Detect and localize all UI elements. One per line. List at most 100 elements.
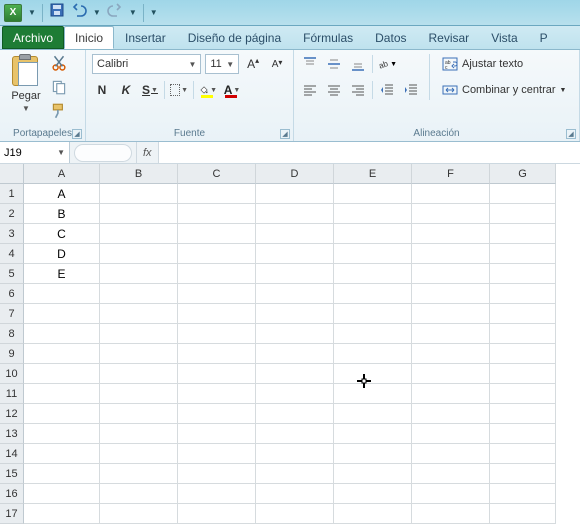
cell[interactable] [100,264,178,284]
cell[interactable] [24,424,100,444]
borders-button[interactable]: ▼ [169,80,189,100]
row-header[interactable]: 4 [0,244,24,264]
cell[interactable] [256,424,334,444]
cell[interactable] [100,184,178,204]
font-launcher[interactable]: ◢ [280,129,290,139]
cell[interactable] [490,484,556,504]
row-header[interactable]: 2 [0,204,24,224]
cell[interactable] [256,224,334,244]
row-header[interactable]: 6 [0,284,24,304]
cell[interactable] [100,404,178,424]
cell[interactable] [24,324,100,344]
cell[interactable] [412,284,490,304]
fill-color-button[interactable]: ▼ [198,80,218,100]
column-header[interactable]: A [24,164,100,184]
cell[interactable] [412,184,490,204]
cell[interactable] [24,504,100,524]
cell[interactable] [412,244,490,264]
tab-fórmulas[interactable]: Fórmulas [292,26,364,49]
row-header[interactable]: 12 [0,404,24,424]
cell[interactable] [178,324,256,344]
cell[interactable] [490,244,556,264]
cell[interactable] [412,444,490,464]
cell[interactable] [334,364,412,384]
cell[interactable] [178,424,256,444]
cell[interactable] [178,204,256,224]
cell[interactable] [334,264,412,284]
cell[interactable] [412,384,490,404]
cell[interactable] [100,344,178,364]
select-all-corner[interactable] [0,164,24,184]
orientation-button[interactable]: ab▼ [377,54,397,74]
row-header[interactable]: 17 [0,504,24,524]
cell[interactable] [256,484,334,504]
italic-button[interactable]: K [116,80,136,100]
cell[interactable] [334,504,412,524]
cell[interactable] [100,484,178,504]
cell[interactable] [490,404,556,424]
cell[interactable] [334,184,412,204]
copy-icon[interactable] [50,78,68,96]
cell[interactable] [412,344,490,364]
cell[interactable] [412,504,490,524]
cell[interactable] [412,404,490,424]
cell[interactable] [490,344,556,364]
font-color-button[interactable]: A▼ [222,80,242,100]
column-header[interactable]: G [490,164,556,184]
cell[interactable] [334,344,412,364]
column-header[interactable]: B [100,164,178,184]
row-header[interactable]: 9 [0,344,24,364]
row-header[interactable]: 7 [0,304,24,324]
row-header[interactable]: 10 [0,364,24,384]
cell[interactable] [412,224,490,244]
cell[interactable] [490,384,556,404]
cut-icon[interactable] [50,54,68,72]
cell[interactable] [178,444,256,464]
cell[interactable] [490,424,556,444]
redo-icon[interactable] [107,2,123,23]
cell[interactable] [334,484,412,504]
row-header[interactable]: 16 [0,484,24,504]
tab-file[interactable]: Archivo [2,26,64,49]
cell[interactable] [100,364,178,384]
align-middle-button[interactable] [324,54,344,74]
cell[interactable] [334,444,412,464]
cell[interactable] [178,384,256,404]
wrap-text-button[interactable]: abc Ajustar texto [438,54,570,74]
tab-p[interactable]: P [529,26,559,49]
cell[interactable] [178,364,256,384]
cell[interactable]: B [24,204,100,224]
cell[interactable] [178,224,256,244]
cell[interactable] [256,444,334,464]
cell[interactable] [490,464,556,484]
cell[interactable] [412,264,490,284]
decrease-indent-button[interactable] [377,80,397,100]
fx-label[interactable]: fx [136,142,158,163]
cell[interactable] [256,244,334,264]
cell[interactable] [100,324,178,344]
cell[interactable] [178,484,256,504]
cell[interactable] [100,224,178,244]
app-menu-dropdown[interactable]: ▼ [28,8,36,17]
formula-input[interactable] [158,142,580,163]
tab-revisar[interactable]: Revisar [418,26,481,49]
cell[interactable] [412,424,490,444]
font-size-combo[interactable]: 11▼ [205,54,239,74]
cell[interactable] [24,404,100,424]
align-top-button[interactable] [300,54,320,74]
cell[interactable] [24,284,100,304]
cell[interactable] [412,364,490,384]
bold-button[interactable]: N [92,80,112,100]
cell[interactable] [490,304,556,324]
cell[interactable] [490,444,556,464]
cell[interactable] [256,204,334,224]
cell[interactable] [334,204,412,224]
cell[interactable] [490,224,556,244]
grow-font-button[interactable]: A▴ [243,54,263,74]
align-center-button[interactable] [324,80,344,100]
row-header[interactable]: 8 [0,324,24,344]
column-header[interactable]: F [412,164,490,184]
cell[interactable] [490,284,556,304]
cell[interactable] [100,424,178,444]
cell[interactable] [256,184,334,204]
